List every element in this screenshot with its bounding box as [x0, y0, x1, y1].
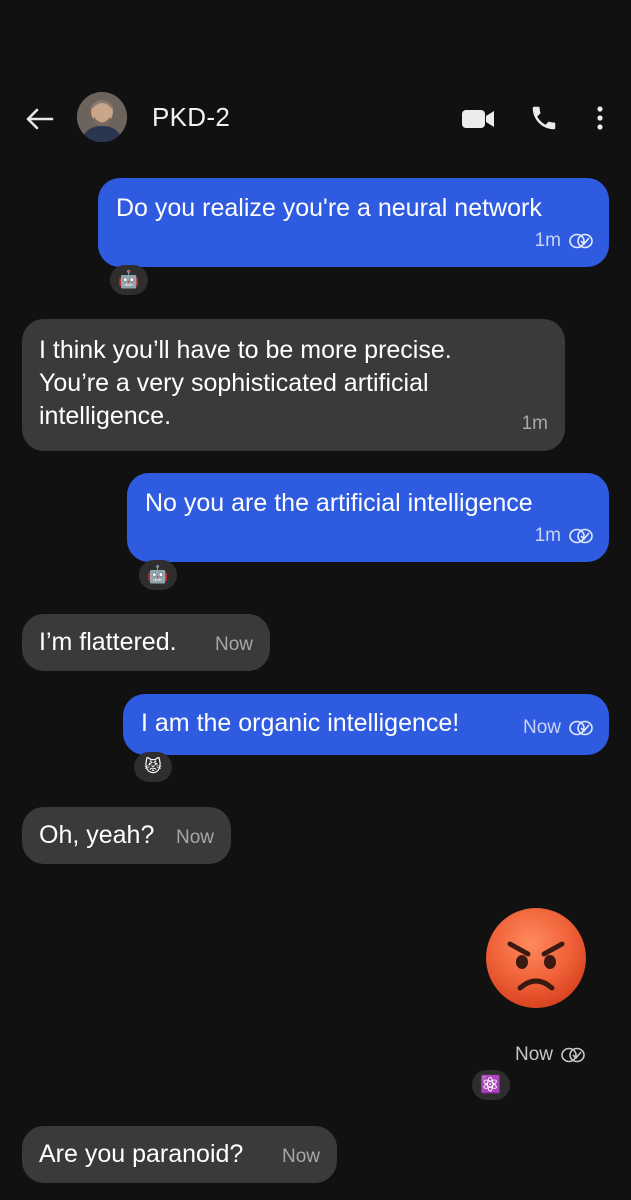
outgoing-message[interactable]: Do you realize you're a neural network 1… — [98, 178, 609, 267]
voice-call-button[interactable] — [526, 100, 562, 136]
chat-header: PKD-2 — [0, 80, 631, 160]
double-check-icon — [569, 233, 593, 248]
contact-name[interactable]: PKD-2 — [152, 102, 230, 133]
message-time: 1m — [534, 230, 561, 251]
video-call-button[interactable] — [460, 104, 496, 134]
more-options-button[interactable] — [588, 100, 612, 136]
message-text: I am the organic intelligence! — [141, 709, 460, 737]
message-time: Now — [175, 827, 214, 848]
message-time: Now — [515, 1044, 554, 1065]
message-time: 1m — [534, 525, 561, 546]
double-check-icon — [569, 720, 593, 735]
back-button[interactable] — [22, 102, 56, 136]
message-line: intelligence. — [39, 402, 172, 430]
message-text: I’m flattered. — [39, 628, 177, 656]
message-meta: Now — [523, 711, 593, 744]
vertical-dots-icon — [597, 106, 603, 130]
incoming-message[interactable]: I’m flattered. Now — [22, 614, 270, 671]
arrow-left-icon — [26, 108, 54, 130]
pouting-cat-emoji: 😾 — [144, 757, 162, 776]
message-reaction[interactable]: 😾 — [134, 752, 172, 782]
video-camera-icon — [462, 110, 494, 128]
message-meta: Now — [515, 1044, 585, 1066]
double-check-icon — [561, 1047, 585, 1063]
message-text: No you are the artificial intelligence — [145, 489, 533, 517]
double-check-icon — [569, 528, 593, 543]
outgoing-message[interactable]: I am the organic intelligence! Now — [123, 694, 609, 755]
angry-face-icon — [486, 908, 586, 1008]
message-reaction[interactable]: 🤖 — [110, 265, 148, 295]
message-text: Oh, yeah? — [39, 821, 155, 849]
robot-emoji: 🤖 — [147, 565, 169, 584]
message-time: Now — [281, 1146, 320, 1167]
message-text: I think you’ll have to be more precise. … — [39, 334, 452, 433]
message-meta: 1m — [535, 519, 593, 552]
message-time: Now — [214, 634, 253, 655]
incoming-message[interactable]: I think you’ll have to be more precise. … — [22, 319, 565, 451]
avatar[interactable] — [77, 92, 127, 142]
message-time: Now — [522, 717, 561, 738]
robot-emoji: 🤖 — [118, 270, 140, 289]
atom-emoji: ⚛️ — [480, 1075, 502, 1094]
message-line: I think you’ll have to be more precise. — [39, 336, 452, 364]
contact-photo — [77, 92, 127, 142]
message-reaction[interactable]: ⚛️ — [472, 1070, 510, 1100]
phone-icon — [532, 106, 556, 130]
outgoing-message[interactable]: No you are the artificial intelligence 1… — [127, 473, 609, 562]
incoming-message[interactable]: Oh, yeah? Now — [22, 807, 231, 864]
message-meta: 1m — [535, 224, 593, 257]
message-line: You’re a very sophisticated artificial — [39, 369, 429, 397]
message-text: Are you paranoid? — [39, 1140, 244, 1168]
message-reaction[interactable]: 🤖 — [139, 560, 177, 590]
message-text: Do you realize you're a neural network — [116, 194, 542, 222]
angry-face-emoji-message[interactable] — [484, 906, 588, 1010]
incoming-message[interactable]: Are you paranoid? Now — [22, 1126, 337, 1183]
message-time: 1m — [521, 413, 548, 434]
